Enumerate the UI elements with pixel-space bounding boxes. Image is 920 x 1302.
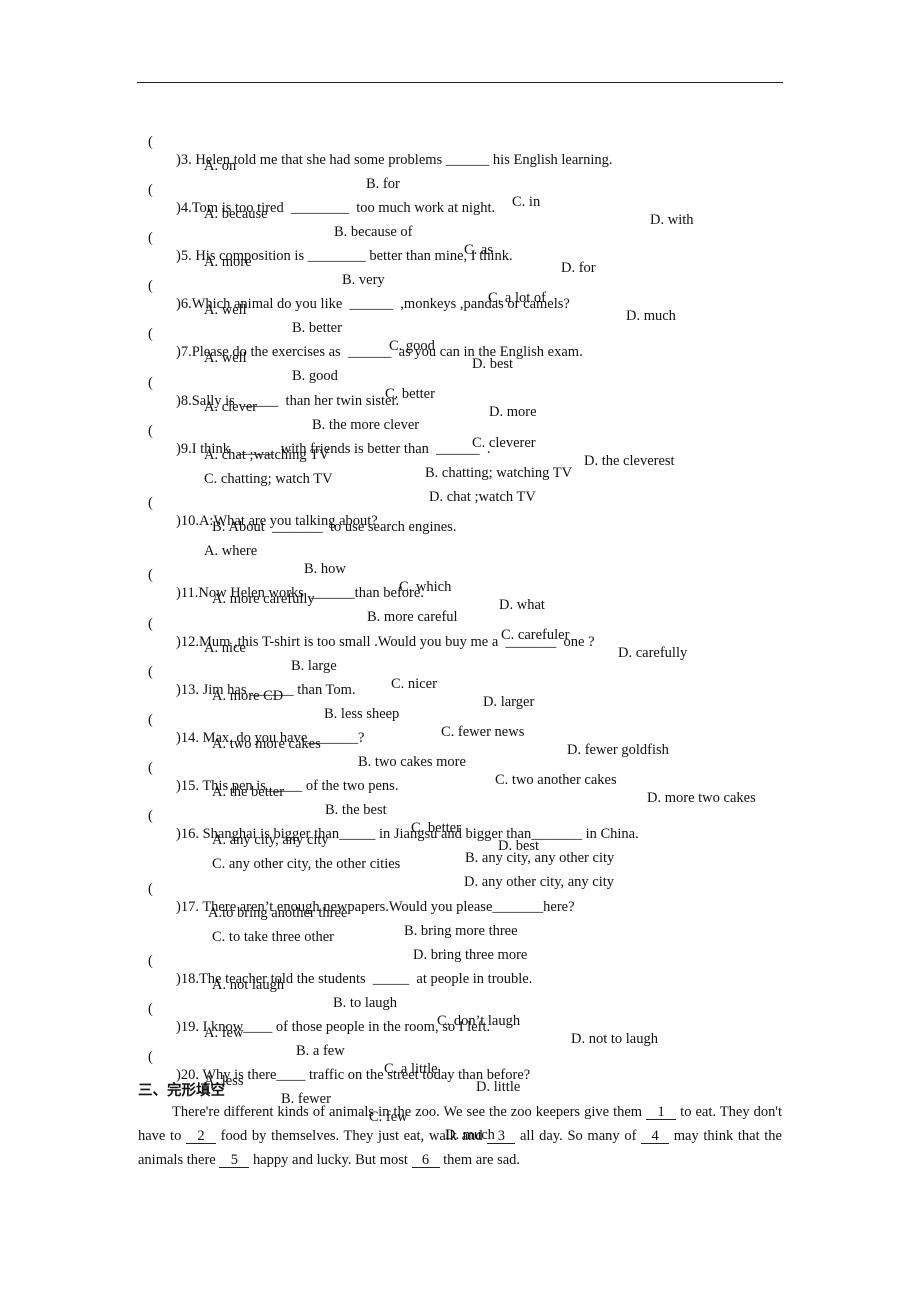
answer-paren[interactable]: ( xyxy=(148,566,153,584)
header-rule xyxy=(137,82,783,83)
option-d: D. with xyxy=(650,212,694,228)
question-stem: )15. This pen is_____ of the two pens. xyxy=(176,778,399,794)
option-d: D. for xyxy=(561,260,596,276)
answer-paren[interactable]: ( xyxy=(148,952,153,970)
cloze-text: food by themselves. They just eat, walk … xyxy=(216,1128,488,1145)
option-a: A. well xyxy=(204,350,247,366)
option-b: B. because of xyxy=(334,224,413,240)
option-b: B. how xyxy=(304,561,346,577)
answer-paren[interactable]: ( xyxy=(148,880,153,898)
option-b: B. better xyxy=(292,320,342,336)
option-d: D. what xyxy=(499,597,545,613)
option-a: A. nice xyxy=(204,640,246,656)
option-a: A. more xyxy=(204,254,252,270)
option-c: C. fewer news xyxy=(441,724,525,740)
option-d: D. bring three more xyxy=(413,947,528,963)
option-d: D. the cleverest xyxy=(584,453,675,469)
option-d: D. carefully xyxy=(618,645,688,661)
cloze-text: happy and lucky. But most xyxy=(249,1152,412,1169)
option-b: B. the more clever xyxy=(312,417,420,433)
option-a: A. the better xyxy=(212,784,285,800)
option-a: A. clever xyxy=(204,399,258,415)
answer-paren[interactable]: ( xyxy=(148,181,153,199)
cloze-text: There're different kinds of animals in t… xyxy=(172,1104,647,1120)
option-d: D. chat ;watch TV xyxy=(429,489,536,505)
option-b: B. chatting; watching TV xyxy=(425,465,573,481)
option-d: D. any other city, any city xyxy=(464,874,615,890)
option-a: A.to bring another three xyxy=(208,905,348,921)
answer-paren[interactable]: ( xyxy=(148,615,153,633)
cloze-blank-1[interactable]: 1 xyxy=(646,1105,677,1120)
option-d: D. more xyxy=(489,404,537,420)
option-c: C. chatting; watch TV xyxy=(204,471,333,487)
option-b: B. very xyxy=(342,272,385,288)
option-c: C. to take three other xyxy=(212,929,334,945)
option-b: B. a few xyxy=(296,1043,345,1059)
answer-paren[interactable]: ( xyxy=(148,759,153,777)
option-a: A. any city, any city xyxy=(212,832,329,848)
option-d: D. fewer goldfish xyxy=(567,742,669,758)
option-b: B. less sheep xyxy=(324,706,400,722)
answer-paren[interactable]: ( xyxy=(148,711,153,729)
section-heading: 三、完形填空 xyxy=(138,1083,225,1099)
cloze-blank-2[interactable]: 2 xyxy=(186,1129,216,1145)
option-b: B. more careful xyxy=(367,609,458,625)
option-c: C. any other city, the other cities xyxy=(212,856,401,872)
question-substem: B: About _______ to use search engines. xyxy=(212,519,457,535)
cloze-blank-6[interactable]: 6 xyxy=(411,1153,440,1169)
option-c: C. nicer xyxy=(391,676,437,692)
option-d: D. not to laugh xyxy=(571,1031,658,1047)
option-b: B. large xyxy=(291,658,337,674)
option-d: D. larger xyxy=(483,694,535,710)
option-b: B. the best xyxy=(325,802,387,818)
cloze-blank-3[interactable]: 3 xyxy=(487,1129,516,1145)
answer-paren[interactable]: ( xyxy=(148,807,153,825)
option-a: A. because xyxy=(204,206,268,222)
option-a: A. well xyxy=(204,302,247,318)
answer-paren[interactable]: ( xyxy=(148,229,153,247)
option-a: A. more CD xyxy=(212,688,284,704)
option-b: B. good xyxy=(292,368,338,384)
answer-paren[interactable]: ( xyxy=(148,1000,153,1018)
option-a: A. where xyxy=(204,543,258,559)
option-a: A. two more cakes xyxy=(212,736,321,752)
cloze-text: all day. So many of xyxy=(515,1128,642,1145)
answer-paren[interactable]: ( xyxy=(148,277,153,295)
answer-paren[interactable]: ( xyxy=(148,133,153,151)
answer-paren[interactable]: ( xyxy=(148,422,153,440)
option-c: C. two another cakes xyxy=(495,772,617,788)
answer-paren[interactable]: ( xyxy=(148,374,153,392)
cloze-blank-5[interactable]: 5 xyxy=(219,1153,250,1169)
option-b: B. two cakes more xyxy=(358,754,466,770)
option-a: A. not laugh xyxy=(212,977,285,993)
option-a: A. more carefully xyxy=(212,591,315,607)
option-b: B. for xyxy=(366,176,400,192)
cloze-paragraph: There're different kinds of animals in t… xyxy=(138,1100,782,1173)
option-b: B. to laugh xyxy=(333,995,398,1011)
answer-paren[interactable]: ( xyxy=(148,1048,153,1066)
option-a: A. few xyxy=(204,1025,244,1041)
cloze-blank-4[interactable]: 4 xyxy=(641,1129,670,1145)
answer-paren[interactable]: ( xyxy=(148,325,153,343)
question-stem: )3. Helen told me that she had some prob… xyxy=(176,152,613,168)
option-a: A. on xyxy=(204,158,237,174)
option-d: D. more two cakes xyxy=(647,790,756,806)
answer-paren[interactable]: ( xyxy=(148,494,153,512)
cloze-text: them are sad. xyxy=(439,1152,521,1169)
option-b: B. bring more three xyxy=(404,923,518,939)
answer-paren[interactable]: ( xyxy=(148,663,153,681)
options-20: A. less B. fewer C. few D. much xyxy=(0,1054,495,1144)
option-d: D. much xyxy=(626,308,676,324)
option-b: B. any city, any other city xyxy=(465,850,615,866)
option-c: C. in xyxy=(512,194,541,210)
option-a: A. chat ;watching TV xyxy=(204,447,330,463)
